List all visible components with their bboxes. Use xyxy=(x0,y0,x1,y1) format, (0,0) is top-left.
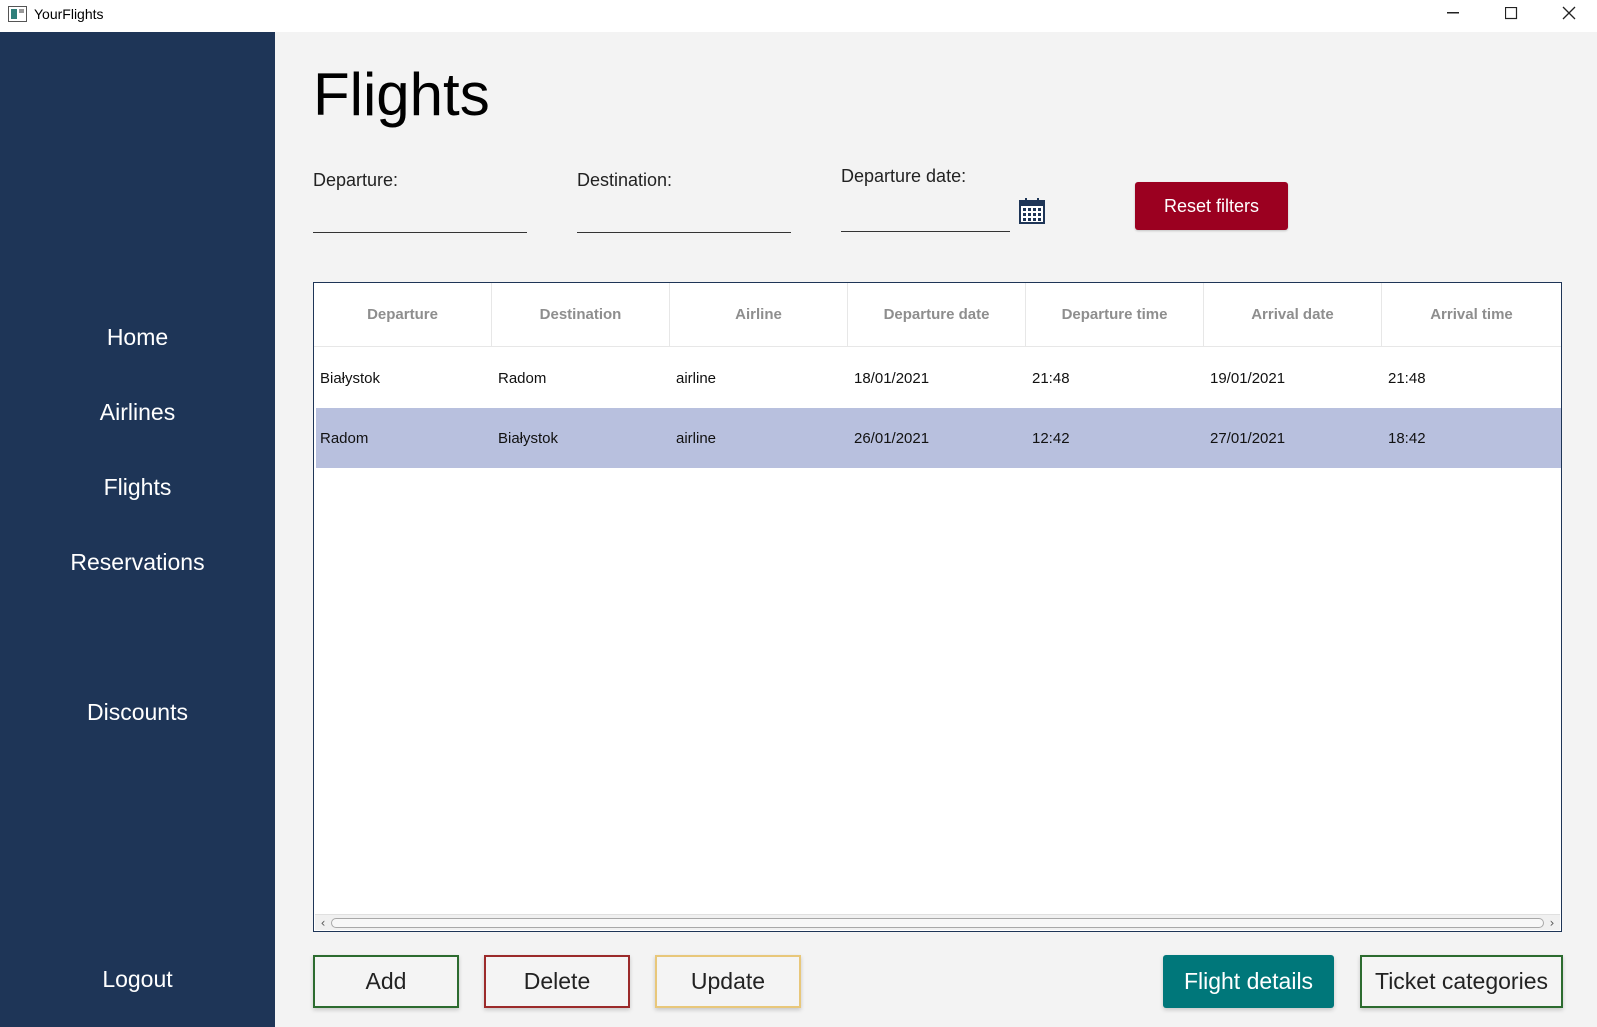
cell-arrival-date: 27/01/2021 xyxy=(1210,429,1286,447)
sidebar-item-reservations[interactable]: Reservations xyxy=(0,549,275,576)
sidebar-item-airlines[interactable]: Airlines xyxy=(0,399,275,426)
column-header-departure[interactable]: Departure xyxy=(314,283,492,347)
cell-airline: airline xyxy=(676,429,717,447)
reset-filters-button[interactable]: Reset filters xyxy=(1135,182,1288,230)
cell-destination: Radom xyxy=(498,369,547,387)
column-header-destination[interactable]: Destination xyxy=(492,283,670,347)
maximize-icon[interactable] xyxy=(1482,0,1540,26)
flight-details-button[interactable]: Flight details xyxy=(1163,955,1334,1008)
departure-filter-label: Departure: xyxy=(313,170,399,190)
departure-filter-input[interactable] xyxy=(313,203,527,233)
cell-departure: Radom xyxy=(320,429,369,447)
cell-destination: Białystok xyxy=(498,429,559,447)
delete-button[interactable]: Delete xyxy=(484,955,630,1008)
departure-date-filter-label: Departure date: xyxy=(841,166,967,186)
cell-departure-date: 18/01/2021 xyxy=(854,369,930,387)
scroll-right-icon[interactable]: › xyxy=(1544,915,1560,931)
sidebar-item-discounts[interactable]: Discounts xyxy=(0,699,275,726)
cell-departure-date: 26/01/2021 xyxy=(854,429,930,447)
sidebar-item-home[interactable]: Home xyxy=(0,324,275,351)
cell-departure-time: 12:42 xyxy=(1032,429,1070,447)
departure-date-input[interactable] xyxy=(841,202,1010,232)
minimize-icon[interactable] xyxy=(1424,0,1482,26)
sidebar: Home Airlines Flights Reservations Disco… xyxy=(0,32,275,1027)
flights-table: Departure Destination Airline Departure … xyxy=(313,282,1562,932)
column-header-arrival-date[interactable]: Arrival date xyxy=(1204,283,1382,347)
column-header-arrival-time[interactable]: Arrival time xyxy=(1382,283,1561,347)
column-header-departure-time[interactable]: Departure time xyxy=(1026,283,1204,347)
cell-departure-time: 21:48 xyxy=(1032,369,1070,387)
sidebar-item-flights[interactable]: Flights xyxy=(0,474,275,501)
cell-airline: airline xyxy=(676,369,717,387)
sidebar-item-logout[interactable]: Logout xyxy=(0,966,275,993)
table-row-selected[interactable]: Radom Białystok airline 26/01/2021 12:42… xyxy=(316,408,1561,468)
add-button[interactable]: Add xyxy=(313,955,459,1008)
scroll-left-icon[interactable]: ‹ xyxy=(315,915,331,931)
cell-arrival-time: 18:42 xyxy=(1388,429,1426,447)
cell-arrival-date: 19/01/2021 xyxy=(1210,369,1286,387)
cell-arrival-time: 21:48 xyxy=(1388,369,1426,387)
ticket-categories-button[interactable]: Ticket categories xyxy=(1360,955,1563,1008)
page-title: Flights xyxy=(313,61,490,128)
cell-departure: Białystok xyxy=(320,369,381,387)
title-bar: YourFlights xyxy=(0,0,1597,32)
destination-filter-label: Destination: xyxy=(577,170,673,190)
update-button[interactable]: Update xyxy=(655,955,801,1008)
destination-filter-input[interactable] xyxy=(577,203,791,233)
window-title: YourFlights xyxy=(34,6,104,22)
scrollbar-thumb[interactable] xyxy=(331,918,1544,928)
table-row[interactable]: Białystok Radom airline 18/01/2021 21:48… xyxy=(316,348,1561,408)
column-header-departure-date[interactable]: Departure date xyxy=(848,283,1026,347)
app-icon xyxy=(8,6,27,22)
column-header-airline[interactable]: Airline xyxy=(670,283,848,347)
table-header: Departure Destination Airline Departure … xyxy=(314,283,1561,347)
horizontal-scrollbar[interactable]: ‹ › xyxy=(315,914,1560,930)
close-icon[interactable] xyxy=(1540,0,1597,26)
calendar-icon[interactable] xyxy=(1019,197,1045,224)
